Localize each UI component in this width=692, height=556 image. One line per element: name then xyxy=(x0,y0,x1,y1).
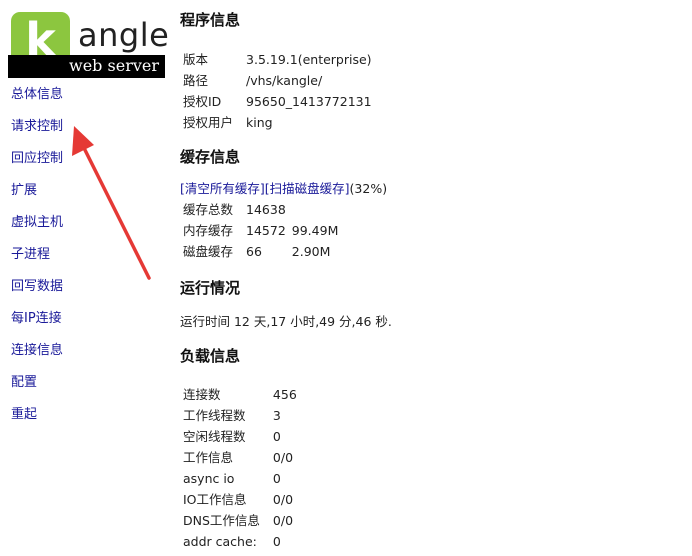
scan-disk-cache-link[interactable]: [扫描磁盘缓存] xyxy=(265,181,350,196)
disk-cache-size: 2.90M xyxy=(291,244,331,259)
cache-total-label: 缓存总数 xyxy=(183,202,234,217)
program-info-table: 版本 3.5.19.1(enterprise) 路径 /vhs/kangle/ … xyxy=(180,49,375,133)
table-row: DNS工作信息 0/0 xyxy=(180,510,300,531)
table-row: 空闲线程数 0 xyxy=(180,426,300,447)
sidebar-item-response-control[interactable]: 回应控制 xyxy=(11,150,63,182)
connections-label: 连接数 xyxy=(183,387,221,402)
io-work-info-value: 0/0 xyxy=(272,492,294,507)
sidebar-item-per-ip-connections[interactable]: 每IP连接 xyxy=(11,310,63,342)
addr-cache-label: addr cache: xyxy=(183,534,257,549)
table-row: 内存缓存 14572 99.49M xyxy=(180,220,341,241)
logo-tagline: web server xyxy=(69,56,159,75)
annotation-arrow-icon xyxy=(72,126,151,280)
cache-info-title: 缓存信息 xyxy=(180,148,241,166)
work-info-label: 工作信息 xyxy=(183,450,234,465)
clear-all-cache-link[interactable]: [清空所有缓存] xyxy=(180,181,265,196)
kangle-logo: k angle web server xyxy=(8,12,169,78)
logo-tagline-bar: web server xyxy=(8,55,165,78)
connections-value: 456 xyxy=(272,387,297,402)
sidebar-item-virtual-hosts[interactable]: 虚拟主机 xyxy=(11,214,63,246)
path-label: 路径 xyxy=(183,73,209,88)
logo-wordmark: angle xyxy=(78,16,170,54)
memory-cache-label: 内存缓存 xyxy=(183,223,234,238)
disk-cache-count: 66 xyxy=(246,244,262,259)
cache-percent: (32%) xyxy=(349,181,388,196)
sidebar-item-subprocesses[interactable]: 子进程 xyxy=(11,246,63,278)
table-row: 版本 3.5.19.1(enterprise) xyxy=(180,49,375,70)
table-row: 磁盘缓存 66 2.90M xyxy=(180,241,341,262)
load-info-table: 连接数 456 工作线程数 3 空闲线程数 0 工作信息 0/0 async i… xyxy=(180,384,300,552)
uptime-text: 运行时间 12 天,17 小时,49 分,46 秒. xyxy=(180,314,392,329)
sidebar-item-restart[interactable]: 重起 xyxy=(11,406,63,438)
cache-total-value: 14638 xyxy=(246,202,286,217)
table-row: 连接数 456 xyxy=(180,384,300,405)
table-row: 缓存总数 14638 xyxy=(180,199,341,220)
table-row: 路径 /vhs/kangle/ xyxy=(180,70,375,91)
table-row: IO工作信息 0/0 xyxy=(180,489,300,510)
license-id-label: 授权ID xyxy=(183,94,222,109)
disk-cache-label: 磁盘缓存 xyxy=(183,244,234,259)
cache-info-table: 缓存总数 14638 内存缓存 14572 99.49M 磁盘缓存 66 2.9… xyxy=(180,199,341,262)
license-id-value: 95650_1413772131 xyxy=(246,94,372,109)
load-info-title: 负载信息 xyxy=(180,347,241,365)
sidebar-nav: 总体信息 请求控制 回应控制 扩展 虚拟主机 子进程 回写数据 每IP连接 连接… xyxy=(11,86,63,438)
sidebar-item-connection-info[interactable]: 连接信息 xyxy=(11,342,63,374)
sidebar-item-overview[interactable]: 总体信息 xyxy=(11,86,63,118)
idle-threads-value: 0 xyxy=(272,429,281,444)
idle-threads-label: 空闲线程数 xyxy=(183,429,246,444)
worker-threads-label: 工作线程数 xyxy=(183,408,246,423)
io-work-info-label: IO工作信息 xyxy=(183,492,247,507)
version-label: 版本 xyxy=(183,52,209,67)
program-info-title: 程序信息 xyxy=(180,11,241,29)
table-row: 工作信息 0/0 xyxy=(180,447,300,468)
license-user-value: king xyxy=(246,115,273,130)
dns-work-info-label: DNS工作信息 xyxy=(183,513,260,528)
license-user-label: 授权用户 xyxy=(183,115,234,130)
table-row: 授权ID 95650_1413772131 xyxy=(180,91,375,112)
cache-actions: [清空所有缓存][扫描磁盘缓存](32%) xyxy=(180,179,680,199)
version-value: 3.5.19.1(enterprise) xyxy=(246,52,372,67)
table-row: 工作线程数 3 xyxy=(180,405,300,426)
async-io-label: async io xyxy=(183,471,235,486)
table-row: addr cache: 0 xyxy=(180,531,300,552)
dns-work-info-value: 0/0 xyxy=(272,513,294,528)
worker-threads-value: 3 xyxy=(272,408,281,423)
async-io-value: 0 xyxy=(272,471,281,486)
table-row: 授权用户 king xyxy=(180,112,375,133)
memory-cache-size: 99.49M xyxy=(291,223,339,238)
cache-total-size xyxy=(289,199,342,220)
table-row: async io 0 xyxy=(180,468,300,489)
addr-cache-value: 0 xyxy=(272,534,281,549)
sidebar-item-writeback-data[interactable]: 回写数据 xyxy=(11,278,63,310)
path-value: /vhs/kangle/ xyxy=(246,73,323,88)
work-info-value: 0/0 xyxy=(272,450,294,465)
sidebar-item-request-control[interactable]: 请求控制 xyxy=(11,118,63,150)
main-content: 程序信息 版本 3.5.19.1(enterprise) 路径 /vhs/kan… xyxy=(180,8,680,552)
sidebar-item-extensions[interactable]: 扩展 xyxy=(11,182,63,214)
running-status-title: 运行情况 xyxy=(180,279,241,297)
memory-cache-count: 14572 xyxy=(246,223,286,238)
sidebar-item-config[interactable]: 配置 xyxy=(11,374,63,406)
